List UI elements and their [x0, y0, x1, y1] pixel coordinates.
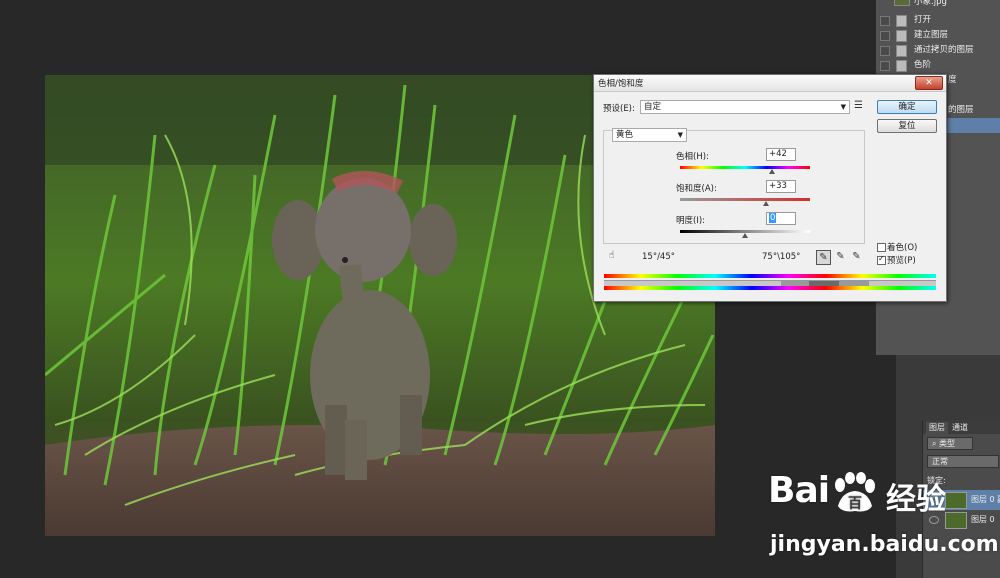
- preset-value: 自定: [644, 102, 662, 112]
- eyedropper-plus-icon[interactable]: ✎: [834, 250, 847, 263]
- hue-saturation-dialog: 色相/饱和度 ✕ 预设(E): 自定 ▼ ☰ 确定 复位 黄色 ▼ 色相(H):…: [593, 74, 947, 302]
- hue-slider-thumb[interactable]: [769, 169, 776, 174]
- history-item-copy-layer[interactable]: 通过拷贝的图层: [876, 43, 1000, 58]
- search-icon: ⌕: [932, 439, 940, 448]
- range-right-readout: 75°\105°: [762, 252, 801, 262]
- history-checkbox[interactable]: [880, 61, 890, 71]
- dialog-titlebar[interactable]: 色相/饱和度 ✕: [594, 75, 946, 92]
- close-icon: ✕: [925, 78, 933, 88]
- history-document-icon: [896, 30, 907, 42]
- lightness-input[interactable]: 0: [766, 212, 796, 225]
- paw-logo-icon: 百: [835, 472, 875, 512]
- history-checkbox[interactable]: [880, 46, 890, 56]
- adjustment-group: 黄色 ▼ 色相(H): +42 饱和度(A): +33 明度(I): 0: [603, 128, 865, 244]
- history-item-levels[interactable]: 色阶: [876, 58, 1000, 73]
- channel-value: 黄色: [616, 130, 634, 140]
- history-checkbox[interactable]: [880, 31, 890, 41]
- lightness-value: 0: [769, 213, 777, 223]
- channel-select[interactable]: 黄色 ▼: [612, 128, 687, 142]
- preset-options-icon[interactable]: ☰: [852, 99, 865, 112]
- history-document-icon: [896, 15, 907, 27]
- reset-button[interactable]: 复位: [877, 119, 937, 133]
- tab-layers[interactable]: 图层: [926, 422, 948, 434]
- layer-filter-select[interactable]: ⌕ 类型: [927, 437, 973, 450]
- history-item-open[interactable]: 打开: [876, 13, 1000, 28]
- hue-label: 色相(H):: [676, 152, 709, 162]
- tab-channels[interactable]: 通道: [949, 422, 971, 434]
- dialog-title: 色相/饱和度: [598, 79, 644, 89]
- history-item-label: 建立图层: [914, 30, 949, 40]
- history-item-label: 的图层: [948, 105, 974, 115]
- history-document-icon: [896, 60, 907, 72]
- preset-select[interactable]: 自定 ▼: [640, 100, 850, 114]
- colorize-checkbox[interactable]: [877, 243, 886, 252]
- history-snapshot[interactable]: 小象.jpg: [876, 0, 1000, 10]
- history-snapshot-label: 小象.jpg: [914, 0, 947, 7]
- colorize-label: 着色(O): [887, 243, 918, 253]
- range-left-readout: 15°/45°: [642, 252, 675, 262]
- saturation-label: 饱和度(A):: [676, 184, 717, 194]
- history-item-new-layer[interactable]: 建立图层: [876, 28, 1000, 43]
- history-document-icon: [896, 45, 907, 57]
- close-button[interactable]: ✕: [915, 76, 943, 90]
- preset-label: 预设(E):: [603, 104, 635, 114]
- watermark-logo-text: Bai: [768, 470, 830, 511]
- history-item-label: 通过拷贝的图层: [914, 45, 974, 55]
- input-color-bar: [604, 274, 936, 278]
- eyedropper-icon[interactable]: ✎: [816, 250, 831, 265]
- eyedropper-minus-icon[interactable]: ✎: [850, 250, 863, 263]
- ok-button[interactable]: 确定: [877, 100, 937, 114]
- layer-filter-label: 类型: [939, 439, 956, 448]
- history-item-label: 色阶: [914, 60, 932, 70]
- blend-mode-label: 正常: [932, 457, 948, 466]
- watermark-url: jingyan.baidu.com: [770, 532, 999, 557]
- chevron-down-icon: ▼: [840, 103, 846, 111]
- hand-adjust-icon[interactable]: ☝: [605, 249, 618, 262]
- hue-slider-track[interactable]: [680, 166, 810, 169]
- preview-label: 预览(P): [887, 256, 916, 266]
- history-item-label: 打开: [914, 15, 932, 25]
- chevron-down-icon: ▼: [677, 131, 683, 139]
- blend-mode-select[interactable]: 正常: [927, 455, 999, 468]
- saturation-slider-thumb[interactable]: [762, 201, 769, 206]
- baidu-jingyan-watermark: Bai 百 经验 jingyan.baidu.com: [768, 470, 999, 570]
- lightness-slider-thumb[interactable]: [742, 233, 748, 238]
- paw-logo-text: 百: [848, 496, 862, 512]
- history-checkbox[interactable]: [880, 16, 890, 26]
- history-item-label: 度: [948, 75, 957, 85]
- lightness-label: 明度(I):: [676, 216, 706, 226]
- saturation-input[interactable]: +33: [766, 180, 796, 193]
- snapshot-thumbnail: [894, 0, 910, 6]
- preview-checkbox[interactable]: [877, 254, 886, 265]
- output-color-bar: [604, 286, 936, 290]
- watermark-cn-text: 经验: [886, 482, 946, 517]
- hue-input[interactable]: +42: [766, 148, 796, 161]
- saturation-slider-track[interactable]: [680, 198, 810, 201]
